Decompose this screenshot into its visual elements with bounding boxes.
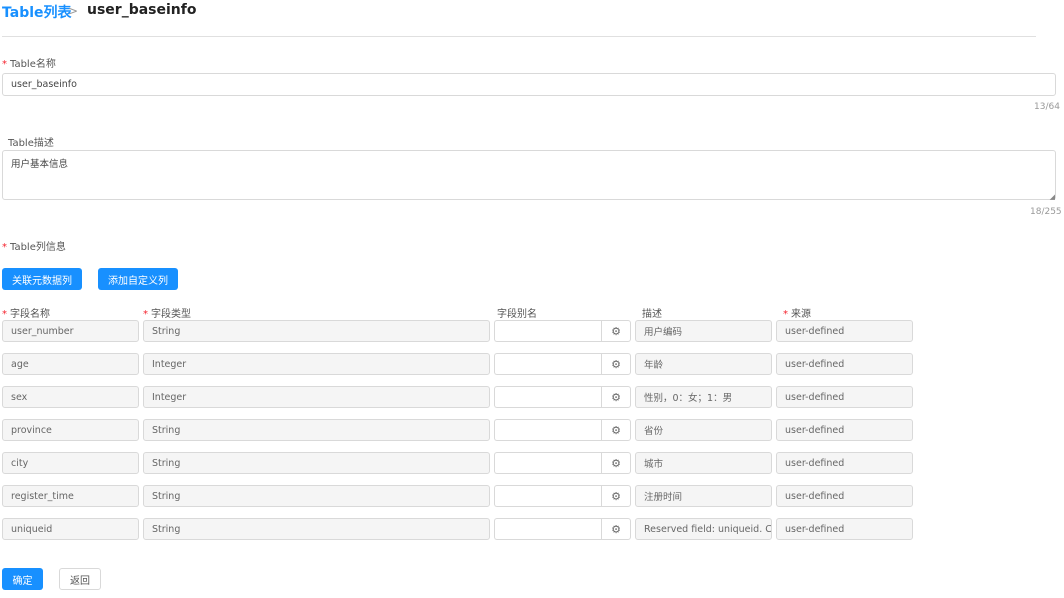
table-name-counter: 13/64 xyxy=(1034,102,1060,112)
field-name-cell: province xyxy=(2,419,139,441)
table-name-input[interactable]: user_baseinfo xyxy=(2,73,1056,96)
field-name-cell: user_number xyxy=(2,320,139,342)
resize-handle-icon[interactable]: ◢ xyxy=(1050,193,1055,201)
field-type-cell: String xyxy=(143,419,490,441)
field-type-cell: String xyxy=(143,485,490,507)
field-type-cell: Integer xyxy=(143,386,490,408)
source-cell: user-defined xyxy=(776,353,913,375)
header-source: * 来源 xyxy=(783,309,811,320)
field-type-cell: String xyxy=(143,320,490,342)
field-name-cell: age xyxy=(2,353,139,375)
field-alias-input[interactable] xyxy=(494,485,602,507)
breadcrumb-current: user_baseinfo xyxy=(87,2,197,18)
gear-icon[interactable]: ⚙ xyxy=(601,353,631,375)
gear-icon[interactable]: ⚙ xyxy=(601,485,631,507)
field-name-cell: sex xyxy=(2,386,139,408)
table-desc-counter: 18/255 xyxy=(1030,207,1062,217)
header-field-type: * 字段类型 xyxy=(143,309,191,320)
description-cell: 性别，0：女；1：男 xyxy=(635,386,772,408)
description-cell: 年龄 xyxy=(635,353,772,375)
required-mark: * xyxy=(2,59,7,70)
source-cell: user-defined xyxy=(776,386,913,408)
required-mark: * xyxy=(143,309,148,320)
description-cell: 城市 xyxy=(635,452,772,474)
description-cell: Reserved field: uniqueid. Cre xyxy=(635,518,772,540)
description-cell: 省份 xyxy=(635,419,772,441)
field-alias-input[interactable] xyxy=(494,386,602,408)
required-mark: * xyxy=(2,309,7,320)
table-columns-label: * Table列信息 xyxy=(2,242,66,253)
field-alias-input[interactable] xyxy=(494,518,602,540)
field-type-cell: Integer xyxy=(143,353,490,375)
gear-icon[interactable]: ⚙ xyxy=(601,320,631,342)
field-alias-input[interactable] xyxy=(494,419,602,441)
table-name-label: * Table名称 xyxy=(2,59,56,70)
field-name-cell: uniqueid xyxy=(2,518,139,540)
header-description: 描述 xyxy=(642,309,662,320)
gear-icon[interactable]: ⚙ xyxy=(601,386,631,408)
description-cell: 注册时间 xyxy=(635,485,772,507)
confirm-button[interactable]: 确定 xyxy=(2,568,43,590)
breadcrumb-table-list-link[interactable]: Table列表 xyxy=(2,2,72,22)
field-type-cell: String xyxy=(143,452,490,474)
field-alias-input[interactable] xyxy=(494,320,602,342)
field-name-cell: register_time xyxy=(2,485,139,507)
add-custom-column-button[interactable]: 添加自定义列 xyxy=(98,268,178,290)
back-button[interactable]: 返回 xyxy=(59,568,101,590)
gear-icon[interactable]: ⚙ xyxy=(601,518,631,540)
field-alias-input[interactable] xyxy=(494,452,602,474)
header-divider xyxy=(2,36,1036,37)
required-mark: * xyxy=(2,242,7,253)
description-cell: 用户编码 xyxy=(635,320,772,342)
required-mark: * xyxy=(783,309,788,320)
field-alias-input[interactable] xyxy=(494,353,602,375)
gear-icon[interactable]: ⚙ xyxy=(601,452,631,474)
table-desc-label: Table描述 xyxy=(8,138,54,149)
table-desc-textarea[interactable]: 用户基本信息 xyxy=(2,150,1056,200)
source-cell: user-defined xyxy=(776,452,913,474)
field-name-cell: city xyxy=(2,452,139,474)
link-metadata-columns-button[interactable]: 关联元数据列 xyxy=(2,268,82,290)
source-cell: user-defined xyxy=(776,320,913,342)
source-cell: user-defined xyxy=(776,518,913,540)
header-field-name: * 字段名称 xyxy=(2,309,50,320)
field-type-cell: String xyxy=(143,518,490,540)
breadcrumb-separator: > xyxy=(68,4,79,18)
header-field-alias: 字段别名 xyxy=(497,309,537,320)
source-cell: user-defined xyxy=(776,485,913,507)
gear-icon[interactable]: ⚙ xyxy=(601,419,631,441)
source-cell: user-defined xyxy=(776,419,913,441)
